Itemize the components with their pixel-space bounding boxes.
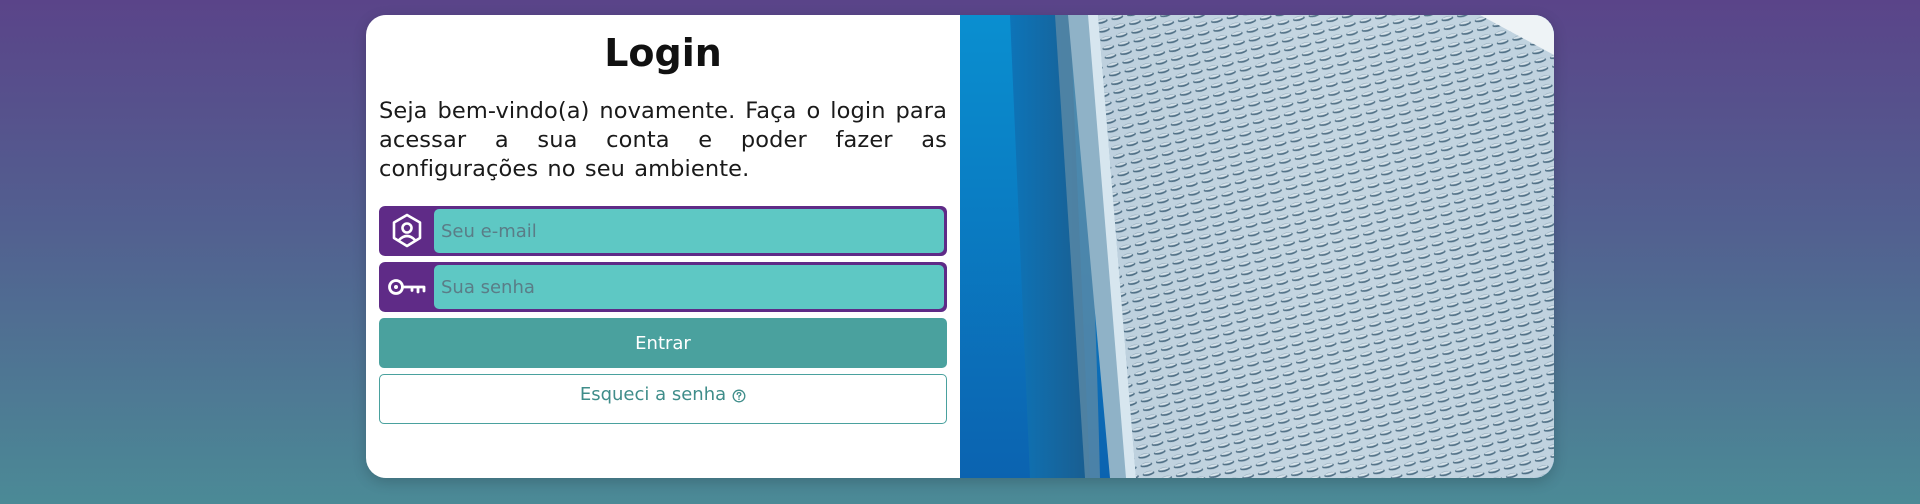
- login-submit-button[interactable]: Entrar: [379, 318, 947, 368]
- password-input[interactable]: [434, 265, 944, 309]
- building-image: [960, 15, 1554, 478]
- email-field-group: [379, 206, 947, 256]
- password-field-group: [379, 262, 947, 312]
- key-icon: [379, 265, 434, 309]
- building-facade-photo: [960, 15, 1554, 478]
- email-input[interactable]: [434, 209, 944, 253]
- forgot-password-button[interactable]: Esqueci a senha: [379, 374, 947, 424]
- page-title: Login: [604, 31, 722, 75]
- help-circle-icon: [732, 387, 746, 408]
- forgot-password-label: Esqueci a senha: [579, 384, 727, 405]
- login-panel: Login Seja bem-vindo(a) novamente. Faça …: [366, 15, 960, 478]
- login-card: Login Seja bem-vindo(a) novamente. Faça …: [366, 15, 1554, 478]
- welcome-text: Seja bem-vindo(a) novamente. Faça o logi…: [379, 98, 947, 182]
- user-location-icon: [379, 209, 434, 253]
